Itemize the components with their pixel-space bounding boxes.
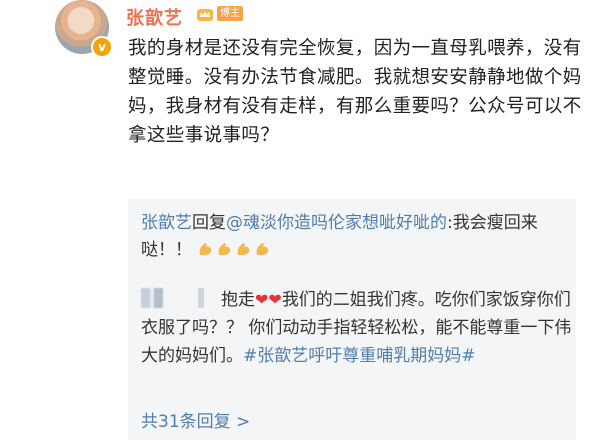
flexed-biceps-icon xyxy=(219,243,231,255)
flexed-biceps-icon xyxy=(257,243,269,255)
host-badge: 博主 xyxy=(217,6,243,21)
hashtag-link[interactable]: #张歆艺呼吁尊重哺乳期妈妈# xyxy=(243,346,476,366)
flexed-biceps-icon xyxy=(238,243,250,255)
post-text: 我的身材是还没有完全恢复，因为一直母乳喂养，没有整觉睡。没有办法节食减肥。我就想… xyxy=(128,38,582,146)
reply-author-link[interactable]: 张歆艺 xyxy=(141,213,192,233)
author-name[interactable]: 张歆艺 xyxy=(126,4,183,30)
heart-emoji: ❤❤ xyxy=(255,290,282,309)
reply-item: 张歆艺回复@魂淡你造吗伦家想呲好呲的:我会瘦回来哒！！ xyxy=(141,210,573,264)
more-replies-link[interactable]: 共31条回复 > xyxy=(141,407,250,432)
reply-action: 回复 xyxy=(192,213,226,233)
blurred-username xyxy=(141,288,163,308)
reply-prefix: 抱走 xyxy=(221,290,255,310)
flexed-biceps-icon xyxy=(200,243,212,255)
reply-item: 抱走❤❤我们的二姐我们疼。吃你们家饭穿你们衣服了吗？？ 你们动动手指轻轻松松，能… xyxy=(141,286,573,370)
reply-mention-link[interactable]: @魂淡你造吗伦家想呲好呲的 xyxy=(226,213,447,233)
verified-badge-icon: v xyxy=(91,36,113,58)
blurred-username xyxy=(183,288,221,308)
emoji-group xyxy=(197,240,273,260)
crown-icon xyxy=(197,9,213,21)
